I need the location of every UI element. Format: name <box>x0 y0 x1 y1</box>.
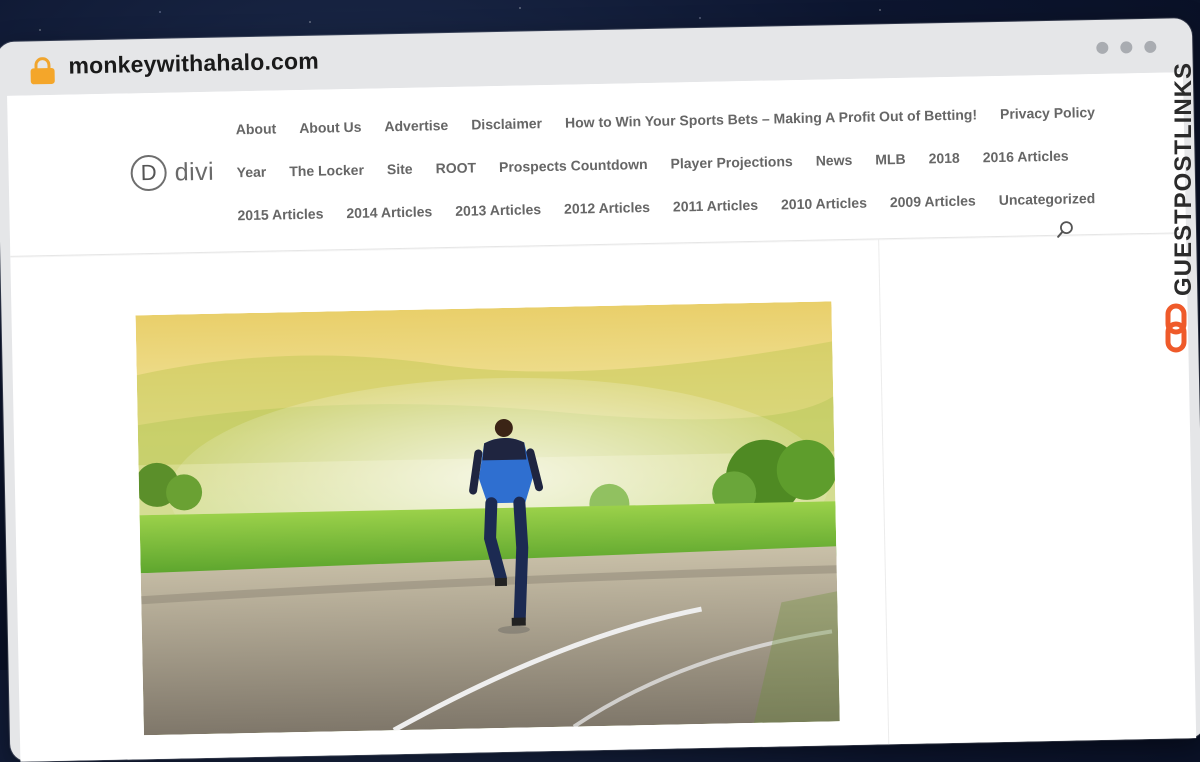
browser-window: monkeywithahalo.com D divi About About Us… <box>0 18 1200 762</box>
nav-item[interactable]: Uncategorized <box>999 190 1096 208</box>
page-viewport: D divi About About Us Advertise Disclaimer H… <box>7 72 1197 762</box>
guestpostlinks-watermark: GUESTPOSTLINKS <box>1160 48 1200 358</box>
nav-item[interactable]: 2013 Articles <box>455 201 541 219</box>
window-dot-icon[interactable] <box>1096 41 1109 54</box>
nav-item[interactable]: Privacy Policy <box>1000 104 1095 122</box>
nav-item[interactable]: 2010 Articles <box>781 194 867 212</box>
site-logo[interactable]: D divi <box>130 154 214 192</box>
url-text[interactable]: monkeywithahalo.com <box>68 48 319 80</box>
window-dot-icon[interactable] <box>1120 41 1133 54</box>
nav-item[interactable]: Site <box>387 160 413 177</box>
nav-item[interactable]: ROOT <box>435 159 476 176</box>
nav-item[interactable]: 2014 Articles <box>346 203 432 221</box>
nav-item[interactable]: MLB <box>875 150 906 167</box>
nav-item[interactable]: News <box>816 151 853 168</box>
nav-item[interactable]: About <box>236 120 277 137</box>
nav-item[interactable]: 2012 Articles <box>564 198 650 216</box>
search-icon[interactable] <box>1056 220 1074 238</box>
logo-text: divi <box>174 157 215 187</box>
nav-item[interactable]: 2015 Articles <box>237 205 323 223</box>
nav-item[interactable]: 2009 Articles <box>890 192 976 210</box>
runner-photo <box>135 301 840 736</box>
nav-item[interactable]: Prospects Countdown <box>499 156 648 175</box>
nav-item[interactable]: Year <box>236 163 266 180</box>
nav-item[interactable]: 2018 <box>928 149 959 166</box>
watermark-text: GUESTPOSTLINKS <box>1170 62 1197 296</box>
main-navigation: About About Us Advertise Disclaimer How to W… <box>235 91 1096 237</box>
nav-item[interactable]: The Locker <box>289 161 364 178</box>
logo-mark: D <box>130 154 168 192</box>
featured-image[interactable] <box>135 301 840 736</box>
nav-item[interactable]: About Us <box>299 118 362 135</box>
sidebar-divider <box>878 238 890 759</box>
nav-item[interactable]: Disclaimer <box>471 115 542 132</box>
nav-item[interactable]: Player Projections <box>670 153 792 171</box>
chain-link-icon <box>1165 303 1187 353</box>
nav-item[interactable]: 2016 Articles <box>983 147 1069 165</box>
window-dot-icon[interactable] <box>1144 40 1157 54</box>
site-header: D divi About About Us Advertise Disclaimer H… <box>7 72 1187 257</box>
nav-item[interactable]: How to Win Your Sports Bets – Making A P… <box>565 106 977 130</box>
nav-item[interactable]: Advertise <box>384 117 448 134</box>
nav-item[interactable]: 2011 Articles <box>673 196 758 214</box>
lock-icon <box>30 56 55 85</box>
window-controls <box>1096 40 1157 54</box>
